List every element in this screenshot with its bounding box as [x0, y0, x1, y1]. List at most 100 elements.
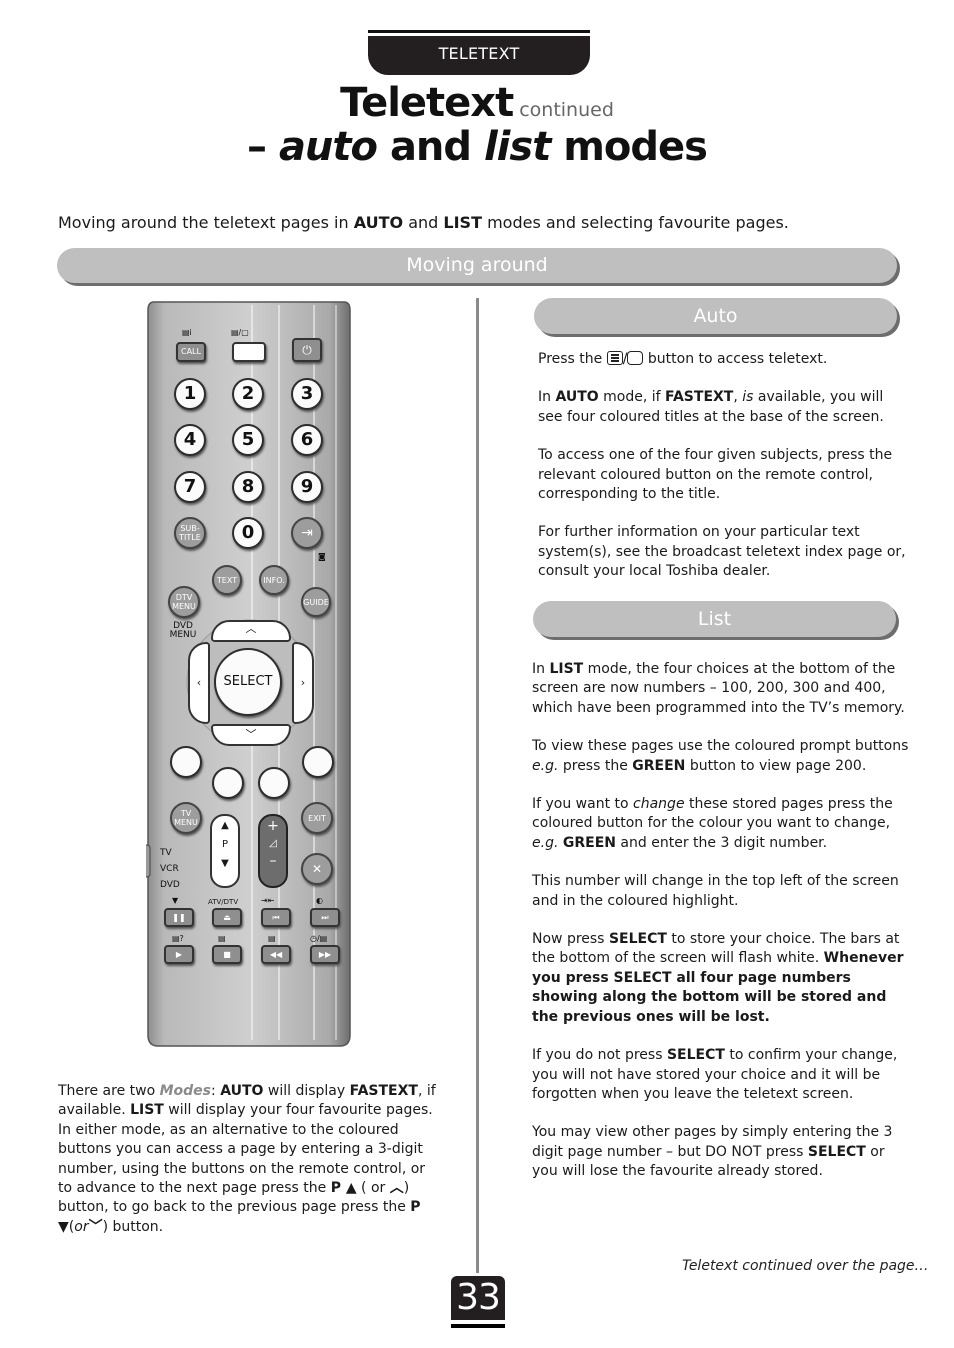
subtitle-button[interactable]: SUB- TITLE	[174, 517, 206, 549]
red-button[interactable]	[170, 746, 202, 778]
triangle-down-icon: ▼	[221, 858, 229, 869]
page-number: 33	[451, 1276, 505, 1320]
subtitle-dash: –	[247, 124, 279, 170]
eject-button[interactable]: ⏏	[212, 908, 242, 927]
volume-icon: ◿	[269, 838, 277, 849]
right-arrow-button[interactable]: ›	[292, 642, 314, 724]
text: In	[532, 661, 550, 677]
guide-button[interactable]: GUIDE	[301, 587, 331, 617]
power-button[interactable]: ⏻	[292, 338, 322, 362]
text: GREEN	[562, 834, 616, 851]
exit-button[interactable]: EXIT	[301, 802, 333, 834]
text: AUTO	[555, 389, 599, 406]
text: Now press	[532, 931, 609, 948]
rewind-button[interactable]: ◀◀	[261, 945, 291, 964]
digit-button-1[interactable]: 1	[174, 378, 206, 410]
section-heading-auto: Auto	[534, 298, 897, 334]
eject-icon: ⏏	[223, 913, 231, 922]
stop-icon: ■	[223, 950, 231, 959]
digit-button-9[interactable]: 9	[291, 471, 323, 503]
digit-button-3[interactable]: 3	[291, 378, 323, 410]
text: or	[74, 1218, 89, 1235]
text: LIST	[549, 661, 584, 677]
text-button[interactable]: TEXT	[212, 565, 242, 595]
rewind-icon: ◀◀	[269, 950, 283, 959]
header-rule	[368, 30, 590, 33]
index-icon: ▤	[268, 934, 276, 943]
digit-button-8[interactable]: 8	[232, 471, 264, 503]
digit-button-6[interactable]: 6	[291, 424, 323, 456]
text: If you do not press	[532, 1047, 667, 1064]
digit-button-2[interactable]: 2	[232, 378, 264, 410]
digit-button-0[interactable]: 0	[232, 517, 264, 549]
volume-rocker[interactable]: + ◿ –	[258, 814, 288, 888]
skip-back-icon: ⏮	[272, 913, 280, 922]
reveal-icon: ▼	[172, 896, 179, 905]
subtitle-auto: auto	[278, 124, 378, 170]
fast-forward-button[interactable]: ▶▶	[310, 945, 340, 964]
text: SELECT	[608, 931, 667, 948]
green-button[interactable]	[212, 767, 244, 799]
text: :	[211, 1083, 221, 1099]
hold-icon: ▤	[218, 934, 226, 943]
paragraph: In AUTO mode, if FASTEXT, is available, …	[538, 388, 908, 427]
text: e.g.	[532, 757, 559, 774]
text: Press the	[538, 351, 607, 367]
text: FASTEXT	[665, 389, 734, 406]
source-switch-labels: TV VCR DVD	[160, 845, 180, 893]
text: button to access teletext.	[643, 351, 828, 367]
digit-button-4[interactable]: 4	[174, 424, 206, 456]
left-arrow-button[interactable]: ‹	[188, 642, 210, 724]
paragraph: Now press SELECT to store your choice. T…	[532, 930, 912, 1027]
text: To view these pages use the coloured pro…	[532, 738, 909, 755]
chevron-up-icon: ︿	[245, 622, 257, 635]
intro-text: Moving around the teletext pages in AUTO…	[58, 213, 789, 232]
tv-menu-button[interactable]: TV MENU	[170, 802, 202, 834]
intro-part: and	[403, 213, 444, 232]
input-button[interactable]: ⇥	[291, 517, 323, 549]
call-button[interactable]: CALL	[176, 342, 206, 362]
text: change	[633, 796, 685, 813]
skip-back-button[interactable]: ⏮	[261, 908, 291, 927]
text: In	[538, 389, 556, 406]
digit-button-5[interactable]: 5	[232, 424, 264, 456]
pause-icon: ❚❚	[172, 913, 186, 922]
title-suffix: continued	[519, 99, 614, 121]
paragraph: To access one of the four given subjects…	[538, 447, 893, 503]
text: ) button.	[102, 1218, 164, 1235]
text: AUTO	[220, 1083, 264, 1099]
text: LIST	[130, 1102, 164, 1119]
blue-button[interactable]	[302, 746, 334, 778]
up-arrow-button[interactable]: ︿	[211, 620, 291, 642]
power-icon: ⏻	[302, 343, 312, 357]
modes-description: There are two Modes: AUTO will display F…	[58, 1082, 438, 1237]
text: and enter the 3 digit number.	[615, 834, 828, 851]
section-heading-list: List	[533, 601, 896, 637]
teletext-icon	[606, 351, 623, 365]
paragraph: You may view other pages by simply enter…	[532, 1123, 912, 1181]
dvd-menu-label: DVD MENU	[169, 621, 197, 640]
stop-button[interactable]: ■	[212, 945, 242, 964]
paragraph: If you do not press SELECT to confirm yo…	[532, 1046, 912, 1104]
yellow-button[interactable]	[258, 767, 290, 799]
pause-button[interactable]: ❚❚	[164, 908, 194, 927]
select-button[interactable]: SELECT	[214, 648, 282, 716]
info-button[interactable]: INFO.	[259, 565, 289, 595]
subtitle-modes: modes	[550, 124, 708, 170]
source-tv-label: TV	[160, 848, 172, 858]
digit-button-7[interactable]: 7	[174, 471, 206, 503]
skip-forward-button[interactable]: ⏭	[310, 908, 340, 927]
text: is	[742, 389, 754, 406]
dtv-menu-button[interactable]: DTV MENU	[168, 586, 200, 618]
section-heading-moving-around: Moving around	[57, 248, 897, 283]
clock-cancel-icon: ◷/▤	[310, 934, 328, 943]
mute-button[interactable]: ✕	[301, 853, 333, 885]
play-button[interactable]: ▶	[164, 945, 194, 964]
paragraph: To view these pages use the coloured pro…	[532, 737, 912, 776]
text: If you want to	[532, 796, 634, 813]
teletext-button[interactable]	[232, 342, 266, 362]
down-arrow-button[interactable]: ﹀	[211, 724, 291, 746]
programme-rocker[interactable]: ▲ P ▼	[210, 814, 240, 888]
p-label: P	[221, 839, 229, 850]
tv-icon	[627, 351, 644, 365]
